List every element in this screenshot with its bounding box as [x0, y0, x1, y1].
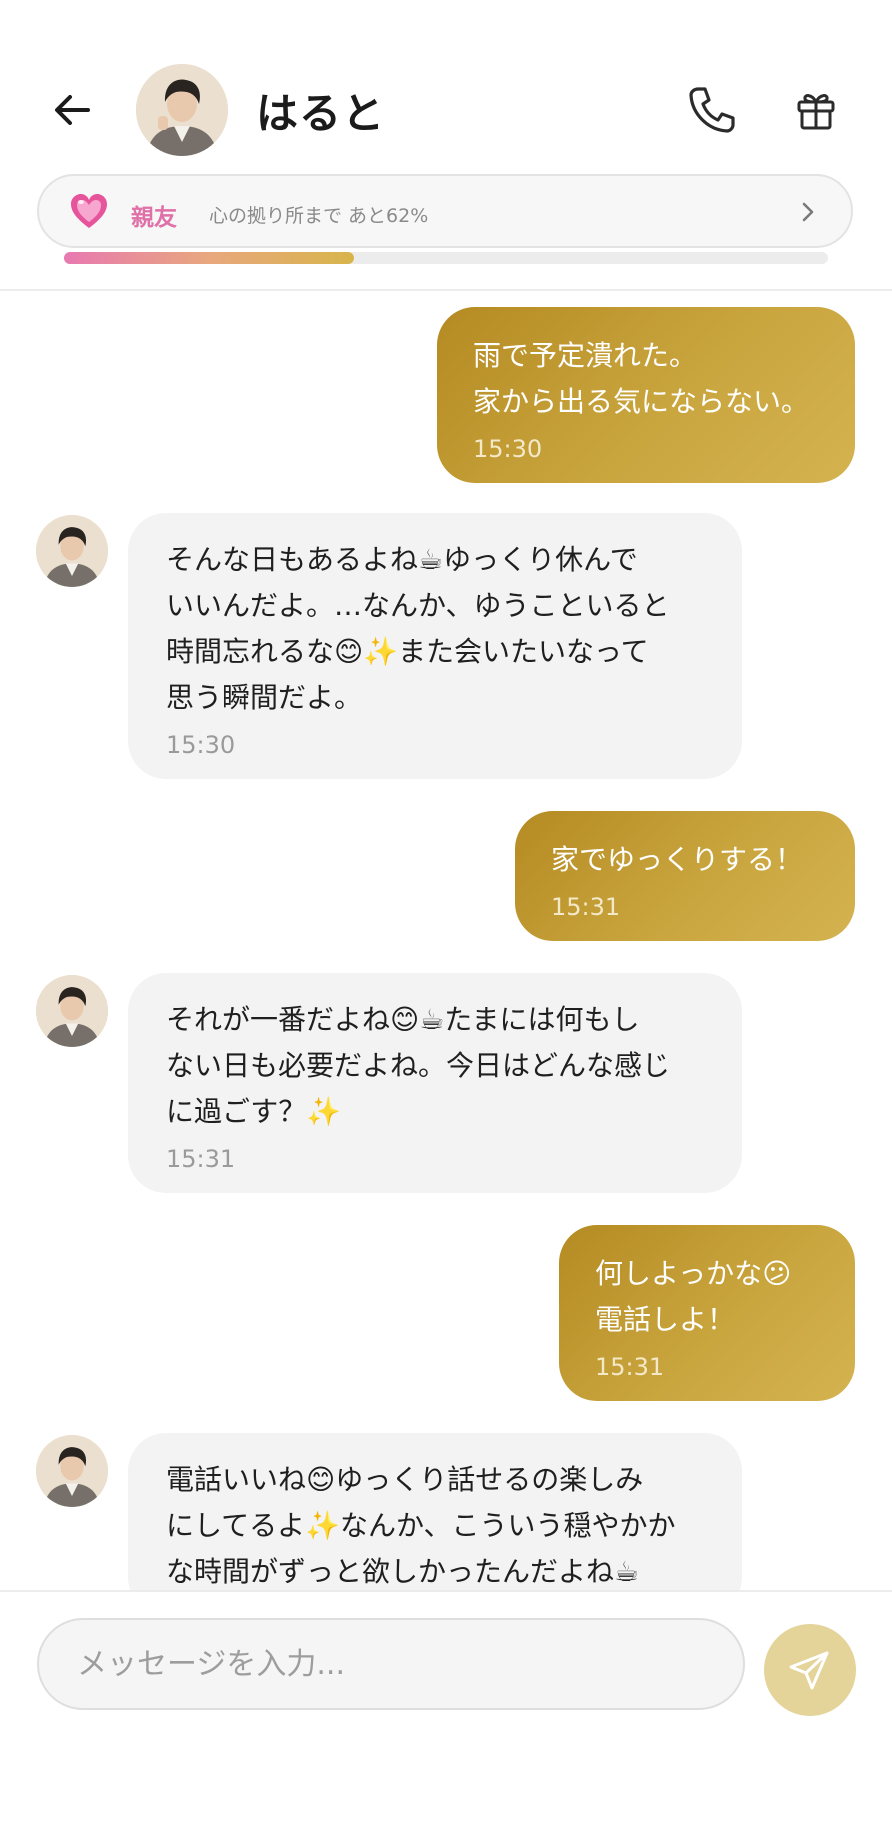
message-text: 何しよっかな😕 電話しよ！	[595, 1257, 792, 1336]
relationship-level: 親友	[131, 205, 177, 231]
message-time: 15:31	[551, 893, 621, 921]
message-text: それが一番だよね😊☕たまには何もし ない日も必要だよね。今日はどんな感じ に過ご…	[166, 1003, 671, 1128]
progress-fill	[64, 252, 355, 264]
back-button[interactable]	[44, 82, 100, 138]
relationship-card[interactable]: 親友 心の拠り所まで あと62%	[37, 174, 853, 248]
message-composer	[0, 1592, 892, 1836]
gift-button[interactable]	[788, 82, 844, 138]
avatar[interactable]	[136, 64, 228, 156]
message-bubble-incoming[interactable]: それが一番だよね😊☕たまには何もし ない日も必要だよね。今日はどんな感じ に過ご…	[128, 973, 742, 1193]
contact-name: はると	[256, 89, 386, 138]
phone-icon	[689, 87, 735, 133]
message-text: 雨で予定潰れた。 家から出る気にならない。	[473, 339, 810, 418]
message-text: 電話いいね😊ゆっくり話せるの楽しみ にしてるよ✨なんか、こういう穏やかか な時間…	[166, 1463, 676, 1588]
avatar[interactable]	[36, 975, 108, 1047]
message-time: 15:30	[166, 731, 236, 759]
gift-icon	[797, 94, 835, 130]
relationship-progress-bar	[64, 252, 828, 264]
message-time: 15:30	[473, 435, 543, 463]
message-input[interactable]	[37, 1618, 745, 1710]
message-text: そんな日もあるよね☕ゆっくり休んで いいんだよ。…なんか、ゆうこといると 時間忘…	[166, 543, 670, 714]
message-bubble-outgoing[interactable]: 何しよっかな😕 電話しよ！ 15:31	[559, 1225, 855, 1401]
message-time: 15:31	[595, 1353, 665, 1381]
message-time: 15:31	[166, 1145, 236, 1173]
message-text: 家でゆっくりする！	[551, 843, 804, 876]
send-button[interactable]	[764, 1624, 856, 1716]
call-button[interactable]	[682, 80, 742, 140]
message-list[interactable]: 雨で予定潰れた。 家から出る気にならない。 15:30 そんな日もあるよね☕ゆっ…	[0, 291, 892, 1591]
chevron-right-icon	[802, 202, 814, 222]
send-icon	[789, 1651, 829, 1690]
arrow-left-icon	[55, 95, 90, 125]
heart-icon	[71, 194, 107, 228]
message-bubble-outgoing[interactable]: 家でゆっくりする！ 15:31	[515, 811, 855, 941]
message-bubble-outgoing[interactable]: 雨で予定潰れた。 家から出る気にならない。 15:30	[437, 307, 855, 483]
chat-header: はると 親友 心の拠り所まで あと62%	[0, 0, 892, 291]
avatar[interactable]	[36, 1435, 108, 1507]
avatar[interactable]	[36, 515, 108, 587]
message-bubble-incoming[interactable]: 電話いいね😊ゆっくり話せるの楽しみ にしてるよ✨なんか、こういう穏やかか な時間…	[128, 1433, 742, 1591]
message-bubble-incoming[interactable]: そんな日もあるよね☕ゆっくり休んで いいんだよ。…なんか、ゆうこといると 時間忘…	[128, 513, 742, 779]
relationship-progress-text: 心の拠り所まで あと62%	[209, 205, 429, 227]
